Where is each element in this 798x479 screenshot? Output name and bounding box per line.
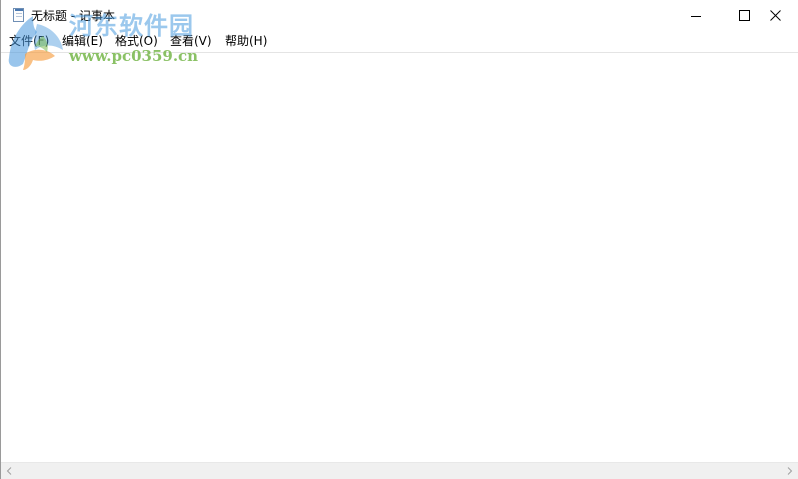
title-bar[interactable]: 无标题 - 记事本 (1, 0, 798, 31)
minimize-button[interactable] (673, 0, 719, 31)
scroll-left-button[interactable] (1, 463, 18, 479)
scroll-track[interactable] (18, 463, 781, 479)
close-icon (770, 10, 781, 21)
chevron-right-icon (787, 467, 793, 475)
close-button[interactable] (765, 0, 798, 31)
menu-format[interactable]: 格式(O) (113, 33, 160, 50)
maximize-icon (739, 10, 750, 21)
chevron-left-icon (6, 467, 12, 475)
window-title: 无标题 - 记事本 (31, 9, 115, 23)
horizontal-scrollbar[interactable] (1, 462, 798, 479)
menu-help[interactable]: 帮助(H) (223, 33, 269, 50)
maximize-button[interactable] (719, 0, 765, 31)
notepad-window: 无标题 - 记事本 文件(F) 编辑(E) 格式(O) 查看(V) 帮助(H) (0, 0, 798, 479)
menu-bar: 文件(F) 编辑(E) 格式(O) 查看(V) 帮助(H) (1, 31, 798, 52)
menu-view[interactable]: 查看(V) (168, 33, 214, 50)
scroll-right-button[interactable] (781, 463, 798, 479)
notepad-icon[interactable] (13, 8, 24, 22)
minimize-icon (691, 16, 701, 17)
text-editor-area[interactable] (1, 52, 798, 462)
menu-file[interactable]: 文件(F) (7, 33, 51, 50)
text-editor[interactable] (1, 53, 798, 462)
menu-edit[interactable]: 编辑(E) (60, 33, 105, 50)
